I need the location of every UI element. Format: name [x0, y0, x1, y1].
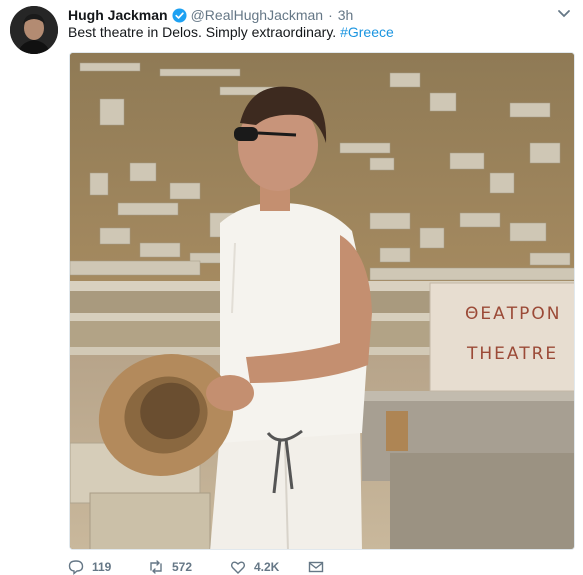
avatar-image: [10, 6, 58, 54]
retweet-icon: [150, 560, 162, 574]
tweet-actions: 119 572 4.2K: [68, 559, 332, 575]
sign-english: THEATRE: [467, 344, 559, 364]
reply-button[interactable]: 119: [68, 559, 148, 575]
tweet-text: Best theatre in Delos. Simply extraordin…: [68, 24, 394, 40]
separator-dot: ·: [328, 7, 333, 23]
chevron-down-icon[interactable]: [556, 7, 572, 21]
tweet-timestamp[interactable]: 3h: [338, 7, 354, 23]
tweet-photo[interactable]: ΘΕΑΤΡΟΝ THEATRE: [69, 52, 575, 550]
photo-illustration: [70, 53, 574, 549]
retweet-button[interactable]: 572: [148, 559, 230, 575]
tweet-header: Hugh Jackman @RealHughJackman · 3h: [68, 5, 543, 25]
author-name[interactable]: Hugh Jackman: [68, 7, 168, 23]
verified-badge-icon: [172, 7, 187, 23]
avatar[interactable]: [10, 6, 58, 54]
envelope-icon: [308, 561, 324, 573]
sign-greek: ΘΕΑΤΡΟΝ: [465, 304, 562, 324]
hashtag-link[interactable]: #Greece: [340, 24, 394, 40]
like-count: 4.2K: [254, 560, 280, 574]
retweet-count: 572: [172, 560, 193, 574]
author-handle[interactable]: @RealHughJackman: [191, 7, 324, 23]
direct-message-button[interactable]: [308, 559, 332, 575]
reply-count: 119: [92, 560, 112, 574]
heart-icon: [230, 561, 246, 574]
like-button[interactable]: 4.2K: [230, 559, 308, 575]
reply-icon: [68, 560, 84, 575]
tweet-body: Best theatre in Delos. Simply extraordin…: [68, 24, 337, 40]
